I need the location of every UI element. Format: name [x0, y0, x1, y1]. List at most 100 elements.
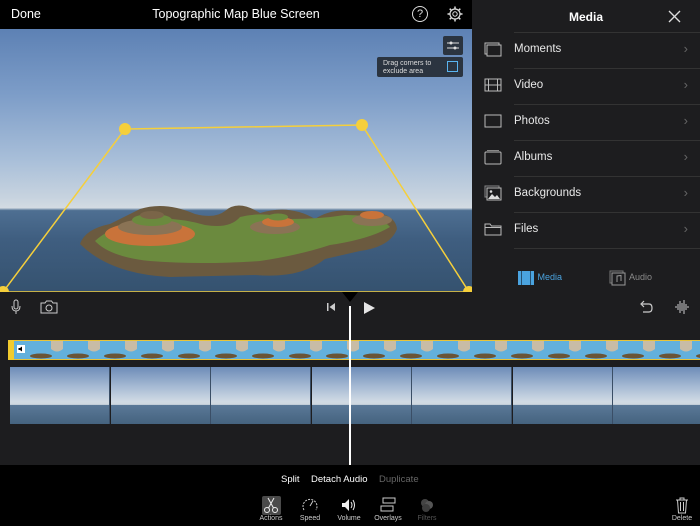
tool-overlays-label: Overlays	[374, 515, 402, 522]
film-icon	[484, 78, 502, 92]
backgrounds-icon	[484, 185, 502, 201]
overlay-thumbnail	[141, 341, 174, 359]
separator	[514, 176, 700, 177]
trash-icon	[676, 497, 688, 514]
music-note-icon	[609, 270, 626, 286]
tool-speed[interactable]: Speed	[290, 496, 330, 526]
media-item-moments[interactable]: Moments ›	[472, 32, 700, 68]
media-item-video[interactable]: Video ›	[472, 68, 700, 104]
gear-icon[interactable]	[447, 6, 463, 22]
separator	[514, 248, 700, 249]
chevron-right-icon: ›	[683, 221, 688, 236]
video-frame-thumbnail	[211, 367, 311, 424]
folder-icon	[484, 223, 502, 236]
adjust-settings-button[interactable]	[443, 36, 463, 55]
speedometer-icon	[302, 498, 318, 511]
media-panel-title: Media	[568, 10, 603, 24]
overlay-thumbnail	[30, 341, 63, 359]
separator	[514, 68, 700, 69]
overlay-thumbnail	[67, 341, 100, 359]
delete-button[interactable]: Delete	[662, 496, 700, 526]
overlays-icon	[380, 497, 396, 512]
crop-hint: Drag corners to exclude area	[377, 57, 463, 77]
playhead-marker[interactable]	[342, 292, 358, 302]
media-item-label: Backgrounds	[514, 187, 582, 199]
filters-icon	[421, 499, 433, 512]
media-item-backgrounds[interactable]: Backgrounds ›	[472, 176, 700, 212]
overlay-thumbnail	[326, 341, 359, 359]
overlay-thumbnail	[511, 341, 544, 359]
overlay-thumbnail	[289, 341, 322, 359]
media-item-label: Video	[514, 79, 544, 91]
overlay-thumbnail	[252, 341, 285, 359]
tool-actions-label: Actions	[259, 515, 283, 522]
overlay-thumbnail	[622, 341, 655, 359]
tab-media-label: Media	[537, 272, 563, 282]
crop-handle-top-right[interactable]	[356, 119, 368, 131]
media-item-label: Albums	[514, 151, 553, 163]
chevron-right-icon: ›	[683, 185, 688, 200]
overlay-thumbnail	[548, 341, 581, 359]
audio-waveform-icon[interactable]	[674, 299, 690, 315]
separator	[514, 32, 700, 33]
media-panel-tabs: Media Audio	[472, 260, 700, 292]
close-icon[interactable]	[668, 10, 681, 23]
albums-icon	[484, 150, 502, 165]
overlay-thumbnail	[437, 341, 470, 359]
tab-audio[interactable]: Audio	[609, 268, 652, 286]
video-frame-thumbnail	[613, 367, 700, 424]
overlay-clip[interactable]	[8, 340, 700, 360]
video-frame-thumbnail	[311, 367, 412, 424]
detach-audio-button[interactable]: Detach Audio	[311, 474, 368, 485]
tool-actions[interactable]: Actions	[251, 496, 291, 526]
tab-media[interactable]: Media	[517, 268, 562, 286]
duplicate-button: Duplicate	[379, 474, 419, 485]
photos-icon	[484, 114, 502, 128]
film-icon	[518, 270, 534, 285]
separator	[514, 212, 700, 213]
video-frame-thumbnail	[412, 367, 512, 424]
main-video-clip[interactable]	[10, 367, 700, 424]
crop-area-icon[interactable]	[447, 61, 458, 72]
playhead[interactable]	[349, 306, 351, 488]
help-icon[interactable]: ?	[412, 6, 428, 22]
video-frame-thumbnail	[10, 367, 110, 424]
tool-filters-label: Filters	[417, 515, 437, 522]
split-button[interactable]: Split	[281, 474, 299, 485]
overlay-thumbnail	[400, 341, 433, 359]
media-item-label: Files	[514, 223, 539, 235]
overlay-thumbnail	[178, 341, 211, 359]
overlay-clip-thumbnails	[30, 341, 700, 359]
media-item-photos[interactable]: Photos ›	[472, 104, 700, 140]
media-item-label: Moments	[514, 43, 562, 55]
media-item-albums[interactable]: Albums ›	[472, 140, 700, 176]
crop-handle-top-left[interactable]	[119, 123, 131, 135]
chevron-right-icon: ›	[683, 77, 688, 92]
camera-icon[interactable]	[40, 300, 58, 314]
speaker-muted-icon	[17, 345, 25, 353]
media-item-files[interactable]: Files ›	[472, 212, 700, 249]
chevron-right-icon: ›	[683, 149, 688, 164]
sliders-icon	[447, 41, 459, 50]
project-title: Topographic Map Blue Screen	[0, 7, 472, 21]
tool-volume[interactable]: Volume	[329, 496, 369, 526]
undo-icon[interactable]	[638, 300, 654, 314]
separator	[514, 104, 700, 105]
play-icon[interactable]	[363, 301, 376, 315]
video-frame-thumbnail	[512, 367, 613, 424]
overlay-thumbnail	[696, 354, 700, 358]
overlay-clip-trim-handle[interactable]	[8, 340, 14, 360]
separator	[514, 140, 700, 141]
tool-overlays[interactable]: Overlays	[368, 496, 408, 526]
chevron-right-icon: ›	[683, 41, 688, 56]
overlay-thumbnail	[474, 341, 507, 359]
media-panel: Media Moments › Video › Photos › Albums …	[472, 0, 700, 292]
volume-icon	[342, 499, 355, 511]
tool-filters: Filters	[407, 496, 447, 526]
done-button[interactable]: Done	[11, 7, 41, 21]
moments-icon	[484, 42, 502, 57]
microphone-icon[interactable]	[11, 299, 21, 315]
skip-to-start-icon[interactable]	[326, 302, 336, 312]
topographic-map-model	[80, 205, 397, 277]
video-frame-thumbnail	[110, 367, 211, 424]
